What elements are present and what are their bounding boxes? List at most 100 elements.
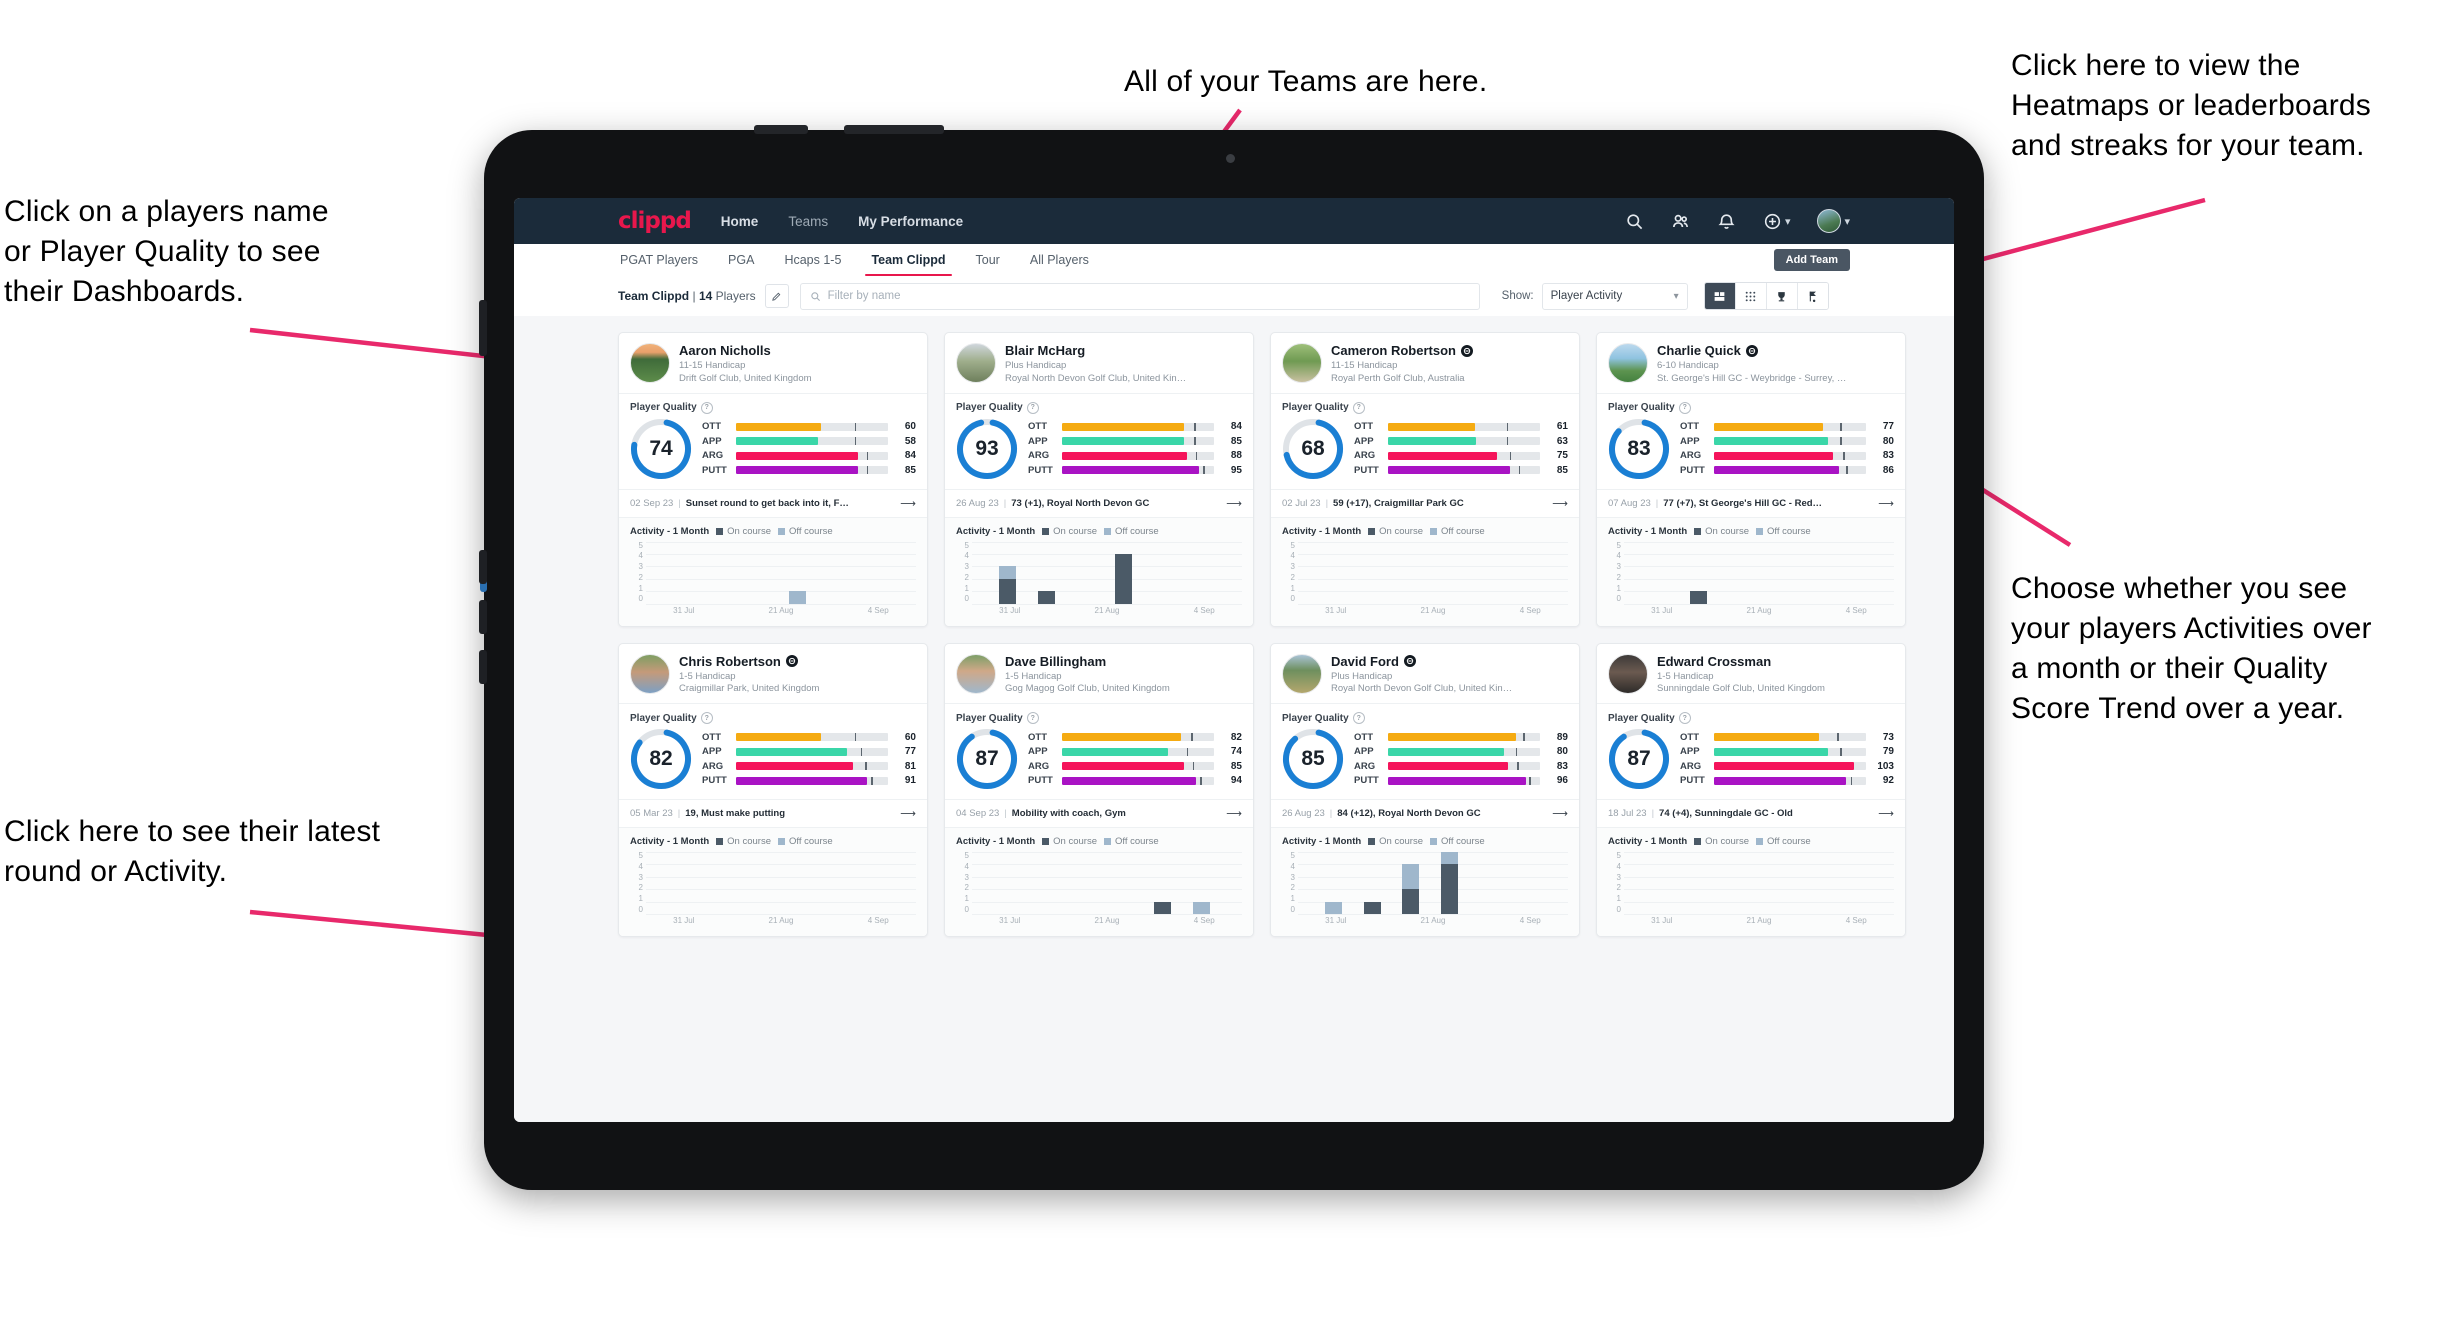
player-quality-section[interactable]: Player Quality? 87 OTT 82 APP 74 ARG 85 PUTT 94 [945,704,1253,800]
search-input[interactable]: Filter by name [799,282,1480,310]
help-icon[interactable]: ? [1026,401,1039,414]
player-card[interactable]: Chris Robertson 1-5 Handicap Craigmillar P… [618,642,928,937]
player-card[interactable]: Blair McHarg Plus Handicap Royal North Dev… [944,332,1254,627]
player-name[interactable]: Chris Robertson [679,654,916,669]
help-icon[interactable]: ? [700,401,713,414]
app-screen: clippd Home Teams My Performance ▾ ▾ PGA… [514,198,1954,1122]
latest-round-row[interactable]: 18 Jul 23 | 74 (+4), Sunningdale GC - Old ⟶ [1597,800,1905,828]
player-quality-section[interactable]: Player Quality? 85 OTT 89 APP 80 ARG 83 PUTT 96 [1271,704,1579,800]
add-team-button[interactable]: Add Team [1773,249,1850,271]
latest-round-row[interactable]: 07 Aug 23 | 77 (+7), St George's Hill GC -… [1597,490,1905,518]
activity-bar [1115,553,1133,604]
search-icon[interactable] [1625,212,1644,231]
grid-view-button[interactable] [1704,283,1736,309]
player-card-header[interactable]: Edward Crossman 1-5 Handicap Sunningdale G… [1597,644,1905,704]
device-button-top-1 [754,125,808,134]
y-tick: 3 [638,872,643,882]
arrow-right-icon[interactable]: ⟶ [1552,807,1568,820]
player-card[interactable]: Charlie Quick 6-10 Handicap St. George's H… [1596,332,1906,627]
add-menu[interactable]: ▾ [1763,212,1790,231]
arrow-right-icon[interactable]: ⟶ [1552,497,1568,510]
latest-round-row[interactable]: 26 Aug 23 | 73 (+1), Royal North Devon GC ⟶ [945,490,1253,518]
latest-round-row[interactable]: 26 Aug 23 | 84 (+12), Royal North Devon GC… [1271,800,1579,828]
player-quality-section[interactable]: Player Quality? 74 OTT 60 APP 58 ARG 84 PUTT 85 [619,394,927,490]
show-select[interactable]: Player Activity ▾ [1541,282,1688,310]
y-tick: 1 [964,894,969,904]
help-icon[interactable]: ? [1678,712,1691,724]
tab-team-clippd[interactable]: Team Clippd [865,244,952,276]
edit-team-button[interactable] [764,284,789,308]
tab-pgat-players[interactable]: PGAT Players [618,244,700,276]
arrow-right-icon[interactable]: ⟶ [1878,807,1894,820]
help-icon[interactable]: ? [1026,712,1039,724]
clippd-logo[interactable]: clippd [618,208,692,234]
player-card[interactable]: David Ford Plus Handicap Royal North Devon… [1270,642,1580,937]
help-icon[interactable]: ? [700,712,713,724]
nav-my-performance[interactable]: My Performance [858,214,963,229]
player-card-header[interactable]: Aaron Nicholls 11-15 Handicap Drift Golf C… [619,333,927,394]
player-quality-section[interactable]: Player Quality? 68 OTT 61 APP 63 ARG 75 PUTT 85 [1271,394,1579,490]
y-tick: 3 [1616,562,1621,572]
metric-bar [736,747,888,756]
latest-round-row[interactable]: 05 Mar 23 | 19, Must make putting ⟶ [619,800,927,828]
player-card[interactable]: Edward Crossman 1-5 Handicap Sunningdale G… [1596,642,1906,937]
metric-value: 88 [1230,450,1242,462]
player-name[interactable]: Charlie Quick [1657,343,1894,358]
activity-header: Activity - 1 Month On course Off course [1282,836,1568,847]
arrow-right-icon[interactable]: ⟶ [1226,807,1242,820]
player-name[interactable]: Edward Crossman [1657,654,1894,669]
trophy-button[interactable] [1766,283,1798,309]
bell-icon[interactable] [1717,212,1736,231]
flag-button[interactable] [1797,283,1828,309]
arrow-right-icon[interactable]: ⟶ [1226,497,1242,510]
player-name[interactable]: Cameron Robertson [1331,343,1568,358]
people-icon[interactable] [1671,212,1690,231]
player-quality-section[interactable]: Player Quality? 93 OTT 84 APP 85 ARG 88 PUTT 95 [945,394,1253,490]
player-quality-section[interactable]: Player Quality? 83 OTT 77 APP 80 ARG 83 PUTT 86 [1597,394,1905,490]
verified-badge-icon [1403,655,1416,667]
player-card-header[interactable]: David Ford Plus Handicap Royal North Devon… [1271,644,1579,704]
help-icon[interactable]: ? [1352,401,1365,414]
player-quality-label: Player Quality [1282,402,1349,413]
arrow-right-icon[interactable]: ⟶ [1878,497,1894,510]
player-card[interactable]: Dave Billingham 1-5 Handicap Gog Magog Gol… [944,642,1254,937]
activity-chart: 5 4 3 2 1 0 31 Jul 21 Aug 4 Sep [1282,541,1568,620]
nav-home[interactable]: Home [721,214,759,229]
player-avatar [1282,343,1322,383]
player-name[interactable]: Blair McHarg [1005,343,1242,358]
tab-tour[interactable]: Tour [974,244,1002,276]
latest-round-row[interactable]: 04 Sep 23 | Mobility with coach, Gym ⟶ [945,800,1253,828]
player-name[interactable]: David Ford [1331,654,1568,669]
tab-hcaps-1-5[interactable]: Hcaps 1-5 [782,244,843,276]
activity-header: Activity - 1 Month On course Off course [956,526,1242,537]
player-card-header[interactable]: Dave Billingham 1-5 Handicap Gog Magog Gol… [945,644,1253,704]
metric-value: 60 [904,731,916,743]
latest-round-row[interactable]: 02 Sep 23 | Sunset round to get back into … [619,490,927,518]
help-icon[interactable]: ? [1678,401,1691,414]
player-card-header[interactable]: Chris Robertson 1-5 Handicap Craigmillar P… [619,644,927,704]
x-tick: 21 Aug [1094,916,1120,925]
arrow-right-icon[interactable]: ⟶ [900,807,916,820]
x-tick: 4 Sep [1845,916,1867,925]
dots-grid-button[interactable] [1735,283,1767,309]
tab-all-players[interactable]: All Players [1028,244,1091,276]
player-quality-title: Player Quality? [630,401,916,414]
player-card[interactable]: Aaron Nicholls 11-15 Handicap Drift Golf C… [618,332,928,627]
player-card[interactable]: Cameron Robertson 11-15 Handicap Royal Per… [1270,332,1580,627]
player-card-header[interactable]: Cameron Robertson 11-15 Handicap Royal Per… [1271,333,1579,394]
nav-teams[interactable]: Teams [788,214,828,229]
help-icon[interactable]: ? [1352,712,1365,724]
player-quality-section[interactable]: Player Quality? 82 OTT 60 APP 77 ARG 81 PUTT 91 [619,704,927,800]
player-name[interactable]: Dave Billingham [1005,654,1242,669]
player-card-header[interactable]: Blair McHarg Plus Handicap Royal North Dev… [945,333,1253,394]
activity-header: Activity - 1 Month On course Off course [1608,526,1894,537]
player-card-header[interactable]: Charlie Quick 6-10 Handicap St. George's H… [1597,333,1905,394]
arrow-right-icon[interactable]: ⟶ [900,497,916,510]
legend-on-label: On course [1379,525,1423,537]
tab-pga[interactable]: PGA [726,244,756,276]
player-quality-section[interactable]: Player Quality? 87 OTT 73 APP 79 ARG 103 PUTT 92 [1597,704,1905,800]
latest-round-row[interactable]: 02 Jul 23 | 59 (+17), Craigmillar Park GC ⟶ [1271,490,1579,518]
player-name-text: Cameron Robertson [1331,343,1456,358]
avatar-menu[interactable]: ▾ [1817,209,1850,233]
player-name[interactable]: Aaron Nicholls [679,343,916,358]
